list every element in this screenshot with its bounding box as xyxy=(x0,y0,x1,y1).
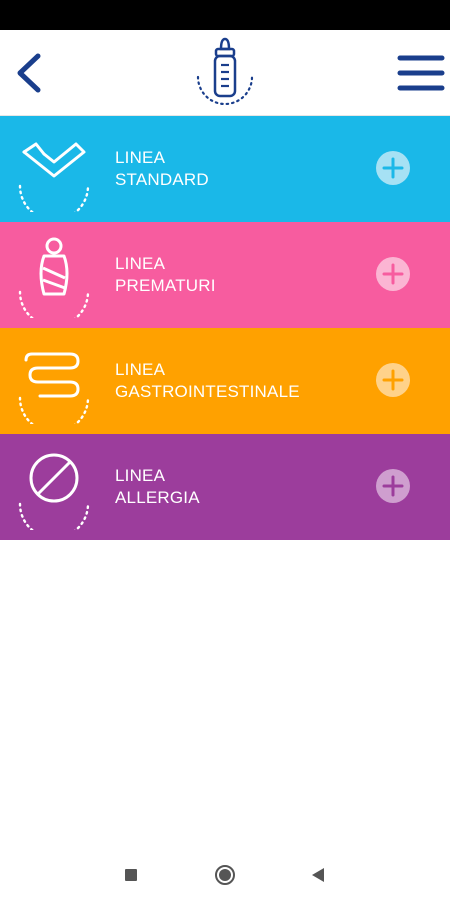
product-lines-list: LINEA STANDARD LINEA PREMATURI LINEA GAS… xyxy=(0,116,450,540)
line-title-prefix: LINEA xyxy=(115,254,166,273)
expand-button[interactable] xyxy=(376,363,410,397)
hamburger-menu-icon xyxy=(397,55,445,91)
line-title-prefix: LINEA xyxy=(115,466,166,485)
line-title: LINEA STANDARD xyxy=(115,147,209,191)
heart-check-icon xyxy=(14,126,94,222)
square-icon xyxy=(125,869,137,881)
plus-circle-icon xyxy=(376,151,410,185)
home-button[interactable] xyxy=(212,862,238,888)
expand-button[interactable] xyxy=(376,151,410,185)
line-title-name: ALLERGIA xyxy=(115,488,200,507)
expand-button[interactable] xyxy=(376,469,410,503)
chevron-left-icon xyxy=(17,53,41,93)
intestine-icon xyxy=(14,338,94,434)
menu-button[interactable] xyxy=(396,48,446,98)
swaddled-baby-icon xyxy=(14,232,94,328)
line-title: LINEA PREMATURI xyxy=(115,253,216,297)
system-nav-bar xyxy=(0,850,450,900)
triangle-back-icon xyxy=(312,868,324,882)
line-title-name: GASTROINTESTINALE xyxy=(115,382,300,401)
baby-bottle-icon xyxy=(196,37,254,106)
line-item-standard[interactable]: LINEA STANDARD xyxy=(0,116,450,222)
plus-circle-icon xyxy=(376,257,410,291)
prohibited-icon xyxy=(14,444,94,540)
circle-icon xyxy=(215,865,235,885)
plus-circle-icon xyxy=(376,469,410,503)
back-nav-button[interactable] xyxy=(305,862,331,888)
line-title: LINEA GASTROINTESTINALE xyxy=(115,359,300,403)
expand-button[interactable] xyxy=(376,257,410,291)
back-button[interactable] xyxy=(10,48,50,98)
app-header xyxy=(0,30,450,116)
status-bar xyxy=(0,0,450,30)
line-item-gastrointestinale[interactable]: LINEA GASTROINTESTINALE xyxy=(0,328,450,434)
baby-bottle-logo xyxy=(192,35,258,111)
line-item-allergia[interactable]: LINEA ALLERGIA xyxy=(0,434,450,540)
line-title-prefix: LINEA xyxy=(115,360,166,379)
line-item-prematuri[interactable]: LINEA PREMATURI xyxy=(0,222,450,328)
recents-button[interactable] xyxy=(118,862,144,888)
line-title: LINEA ALLERGIA xyxy=(115,465,200,509)
line-title-name: PREMATURI xyxy=(115,276,216,295)
line-title-name: STANDARD xyxy=(115,170,209,189)
line-title-prefix: LINEA xyxy=(115,148,166,167)
plus-circle-icon xyxy=(376,363,410,397)
